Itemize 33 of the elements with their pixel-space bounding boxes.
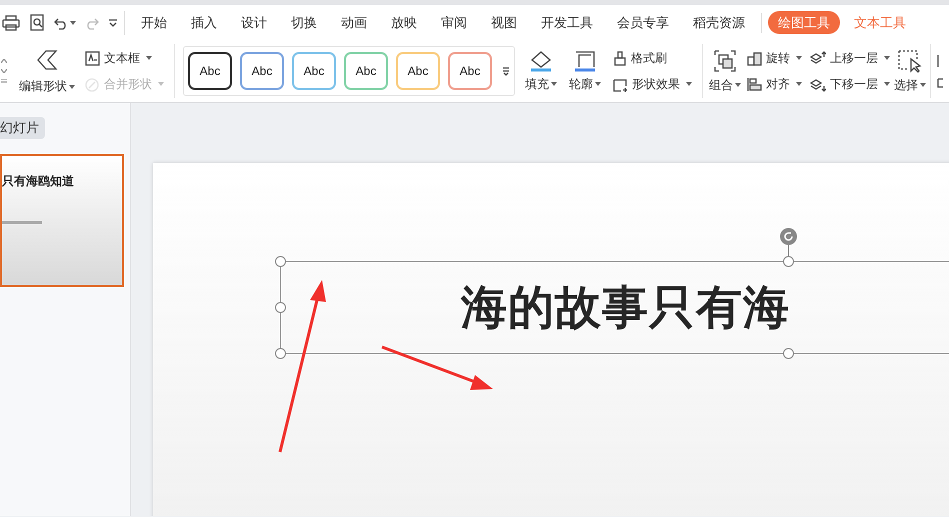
ribbon-tab[interactable]: 稻壳资源	[681, 12, 757, 32]
ribbon-tab[interactable]: 切换	[279, 12, 329, 32]
ribbon-tab[interactable]: 开发工具	[529, 12, 605, 32]
shape-style-swatch[interactable]: Abc	[344, 52, 388, 90]
format-painter-button[interactable]: 格式刷	[613, 49, 692, 67]
bring-forward-button[interactable]: 上移一层	[810, 49, 890, 67]
ribbon-tab[interactable]: 开始	[129, 12, 179, 32]
select-button[interactable]: 选择	[894, 48, 926, 94]
ribbon-tab[interactable]: 会员专享	[605, 12, 681, 32]
rotate-button[interactable]: 旋转	[747, 49, 802, 67]
shape-style-swatch[interactable]: Abc	[240, 52, 284, 90]
ribbon-tab[interactable]: 插入	[179, 12, 229, 32]
ribbon-tab[interactable]: 视图	[479, 12, 529, 32]
text-box-button[interactable]: 文本框	[85, 49, 164, 67]
slides-panel-tab[interactable]: 幻灯片	[0, 117, 45, 138]
shape-style-swatch[interactable]: Abc	[448, 52, 492, 90]
shape-style-swatch[interactable]: Abc	[292, 52, 336, 90]
fill-button[interactable]: 填充	[525, 50, 557, 92]
slide-title: 海的故事只有海	[461, 280, 790, 335]
outline-button[interactable]: 轮廓	[569, 50, 601, 92]
thumbnail-title: 只有海鸥知道	[2, 173, 75, 190]
ribbon-tab[interactable]: 放映	[379, 12, 429, 32]
shape-style-swatch[interactable]: Abc	[396, 52, 440, 90]
align-button[interactable]: 对齐	[747, 75, 802, 93]
shape-effects-button[interactable]: 形状效果	[613, 75, 692, 93]
edit-shape-button[interactable]: 编辑形状	[19, 47, 75, 95]
slide-thumbnail[interactable]: 只有海鸥知道	[0, 154, 124, 287]
ribbon-tab[interactable]: 设计	[229, 12, 279, 32]
shape-style-swatch[interactable]: Abc	[188, 52, 232, 90]
ribbon-tab[interactable]: 动画	[329, 12, 379, 32]
send-backward-button[interactable]: 下移一层	[810, 75, 890, 93]
ribbon-tab[interactable]: 审阅	[429, 12, 479, 32]
group-button[interactable]: 组合	[709, 48, 741, 94]
